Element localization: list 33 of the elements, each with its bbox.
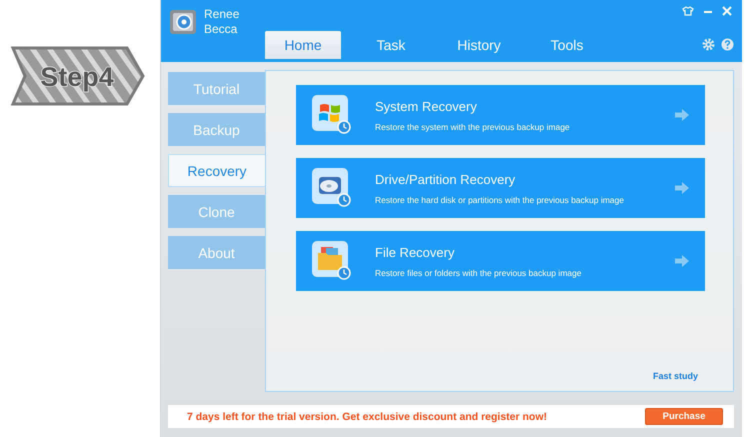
hard-disk-icon	[312, 168, 352, 208]
option-title: System Recovery	[375, 98, 478, 114]
sidebar-item[interactable]: Recovery	[168, 154, 265, 187]
tab[interactable]: History	[441, 31, 517, 59]
tab[interactable]: Home	[265, 31, 341, 59]
safe-icon	[169, 8, 197, 36]
sidebar-item[interactable]: Tutorial	[168, 72, 265, 105]
settings-icon[interactable]	[702, 38, 715, 51]
recovery-option-card[interactable]: Drive/Partition Recovery Restore the hard disk or partitions with the previous backup image	[295, 157, 706, 219]
arrow-icon	[675, 255, 689, 267]
folder-icon	[312, 241, 352, 281]
close-icon[interactable]	[722, 6, 732, 16]
tab[interactable]: Tools	[529, 31, 605, 59]
sidebar-item[interactable]: Clone	[168, 195, 265, 228]
purchase-button[interactable]: Purchase	[645, 408, 723, 425]
arrow-icon	[675, 182, 689, 194]
tab[interactable]: Task	[353, 31, 429, 59]
option-title: File Recovery	[375, 244, 456, 260]
windows-flag-icon	[312, 95, 352, 135]
recovery-option-card[interactable]: System Recovery Restore the system with the previous backup image	[295, 84, 706, 146]
option-description: Restore files or folders with the previous backup image	[375, 268, 582, 278]
sidebar-item[interactable]: About	[168, 236, 265, 269]
app-title: Renee Becca	[204, 7, 240, 37]
shirt-icon[interactable]	[682, 6, 694, 16]
trial-message: 7 days left for the trial version. Get exclusive discount and register now!	[187, 410, 548, 422]
recovery-option-card[interactable]: File Recovery Restore files or folders with the previous backup image	[295, 230, 706, 292]
option-description: Restore the hard disk or partitions with the previous backup image	[375, 194, 625, 204]
option-title: Drive/Partition Recovery	[375, 172, 516, 186]
option-description: Restore the system with the previous backup image	[375, 122, 571, 132]
fast-study-link[interactable]: Fast study	[652, 371, 698, 381]
help-icon[interactable]	[721, 38, 734, 51]
arrow-icon	[675, 109, 689, 121]
sidebar-item[interactable]: Backup	[168, 113, 265, 146]
